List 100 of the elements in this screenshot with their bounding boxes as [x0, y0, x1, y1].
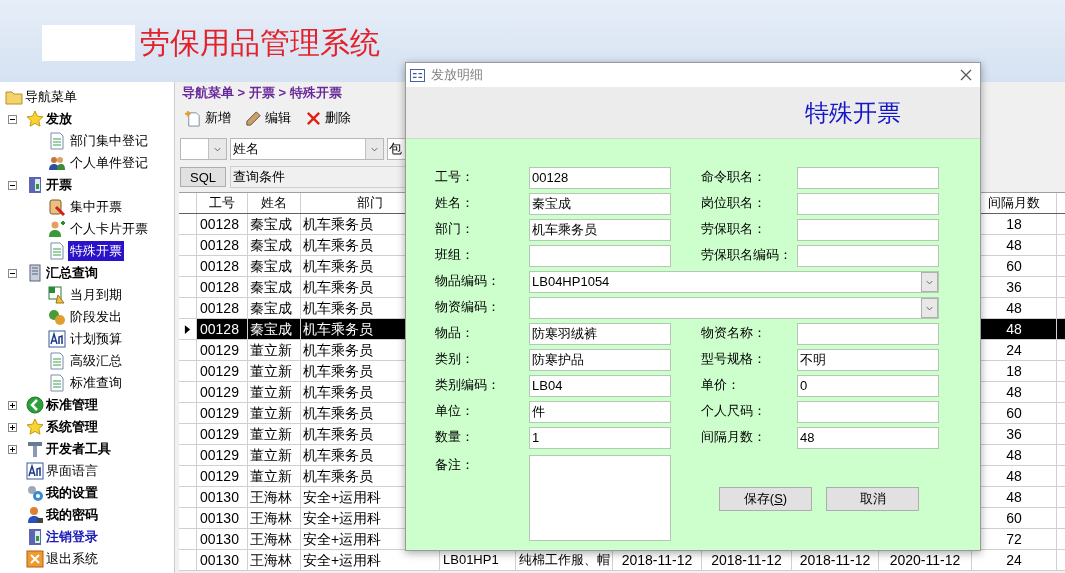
tree-item[interactable]: 个人单件登记: [68, 153, 150, 173]
column-header: 姓名: [261, 194, 287, 213]
tree-item[interactable]: 开发者工具: [46, 439, 111, 459]
table-cell: 48: [1006, 445, 1022, 465]
text-field[interactable]: [797, 193, 939, 215]
table-cell: 机车乘务员: [303, 298, 373, 318]
field-label: 劳保职名：: [701, 220, 767, 238]
text-field[interactable]: [529, 245, 671, 267]
collapse-icon[interactable]: [8, 268, 17, 278]
tree-item[interactable]: 阶段发出: [68, 307, 124, 327]
toolbar-button[interactable]: 删除: [303, 106, 353, 130]
tree-item[interactable]: 发放: [46, 109, 72, 129]
expand-icon[interactable]: [8, 444, 17, 454]
table-cell: 董立新: [250, 424, 292, 444]
dialog-button[interactable]: 保存(S): [719, 487, 812, 511]
form-icon: [410, 68, 425, 82]
table-cell: 48: [1006, 298, 1022, 318]
door-icon: [26, 528, 44, 546]
field-label: 备注：: [435, 456, 475, 474]
table-cell-text: 纯棉工作服、帽: [519, 551, 610, 570]
table-cell: 00128: [200, 256, 239, 276]
tree-item[interactable]: 系统管理: [46, 417, 98, 437]
text-field[interactable]: 秦宝成: [529, 193, 671, 215]
tree-item[interactable]: 开票: [46, 175, 72, 195]
table-cell: 00129: [200, 361, 239, 381]
tree-item[interactable]: 标准管理: [46, 395, 98, 415]
sql-button[interactable]: SQL: [180, 167, 226, 187]
table-cell: 00130: [200, 529, 239, 549]
tree-item[interactable]: 计划预算: [68, 329, 124, 349]
table-cell: 机车乘务员: [303, 424, 373, 444]
user-icon: [26, 506, 44, 524]
tree-item[interactable]: 界面语言: [46, 461, 98, 481]
table-cell: 2018-11-12: [621, 550, 693, 570]
tree-item[interactable]: 部门集中登记: [68, 131, 150, 151]
spreadsheet-icon: [48, 286, 66, 304]
tree-item[interactable]: 当月到期: [68, 285, 124, 305]
tree-item[interactable]: 我的密码: [46, 505, 98, 525]
table-cell: 机车乘务员: [303, 403, 373, 423]
close-icon[interactable]: [960, 69, 972, 81]
table-cell: 00128: [200, 235, 239, 255]
text-field[interactable]: 00128: [529, 167, 671, 189]
text-field[interactable]: [529, 455, 671, 541]
tree-item[interactable]: 标准查询: [68, 373, 124, 393]
dialog-button[interactable]: 取消: [826, 487, 919, 511]
table-cell: 00129: [200, 424, 239, 444]
document-icon: [48, 132, 66, 150]
text-field[interactable]: [797, 167, 939, 189]
tree-item[interactable]: 个人卡片开票: [68, 219, 150, 239]
text-field[interactable]: [797, 323, 939, 345]
tree-item[interactable]: 注销登录: [46, 527, 98, 547]
combo-box[interactable]: LB04HP1054: [529, 271, 939, 293]
tree-item[interactable]: 导航菜单: [25, 87, 77, 107]
dialog-title: 发放明细: [431, 66, 484, 85]
expand-icon[interactable]: [8, 400, 17, 410]
combo-box[interactable]: [529, 297, 939, 319]
door-icon: [26, 176, 44, 194]
toolbar-button[interactable]: 编辑: [243, 106, 293, 130]
table-cell: 安全+运用科: [303, 550, 382, 570]
text-field[interactable]: 机车乘务员: [529, 219, 671, 241]
column-header: 间隔月数: [988, 194, 1040, 213]
person-add-icon: [48, 220, 66, 238]
text-field[interactable]: [797, 219, 939, 241]
text-field[interactable]: 防寒羽绒裤: [529, 323, 671, 345]
collapse-icon[interactable]: [8, 114, 17, 124]
text-field[interactable]: LB04: [529, 375, 671, 397]
coins-icon: [48, 308, 66, 326]
table-cell: 36: [1006, 277, 1022, 297]
text-field[interactable]: 件: [529, 401, 671, 423]
table-cell: 24: [1006, 550, 1022, 570]
tree-item[interactable]: 集中开票: [68, 197, 124, 217]
table-cell: 董立新: [250, 361, 292, 381]
text-field[interactable]: 不明: [797, 349, 939, 371]
table-cell: 秦宝成: [250, 277, 292, 297]
collapse-icon[interactable]: [8, 180, 17, 190]
text-field[interactable]: 防寒护品: [529, 349, 671, 371]
field-label: 部门：: [435, 220, 475, 238]
close-icon: [26, 550, 44, 568]
tree-item[interactable]: 汇总查询: [46, 263, 98, 283]
text-field[interactable]: [797, 401, 939, 423]
table-cell: 60: [1006, 508, 1022, 528]
app-title: 劳保用品管理系统: [140, 25, 380, 61]
tree-item[interactable]: 我的设置: [46, 483, 98, 503]
tree-item[interactable]: 退出系统: [46, 549, 98, 569]
expand-icon[interactable]: [8, 422, 17, 432]
toolbar-button[interactable]: 新增: [183, 106, 233, 130]
tree-item[interactable]: 特殊开票: [68, 241, 124, 261]
table-cell: 00129: [200, 466, 239, 486]
table-cell: 48: [1006, 487, 1022, 507]
text-field[interactable]: 1: [529, 427, 671, 449]
combo-box[interactable]: [180, 138, 227, 160]
field-label: 班组：: [435, 246, 475, 264]
text-field[interactable]: [797, 245, 939, 267]
text-field[interactable]: 48: [797, 427, 939, 449]
table-cell: 机车乘务员: [303, 361, 373, 381]
new-document-icon: [185, 109, 202, 127]
text-field[interactable]: 0: [797, 375, 939, 397]
table-cell: 王海林: [250, 550, 292, 570]
table-cell: 机车乘务员: [303, 382, 373, 402]
combo-box[interactable]: 姓名: [230, 138, 384, 160]
tree-item[interactable]: 高级汇总: [68, 351, 124, 371]
